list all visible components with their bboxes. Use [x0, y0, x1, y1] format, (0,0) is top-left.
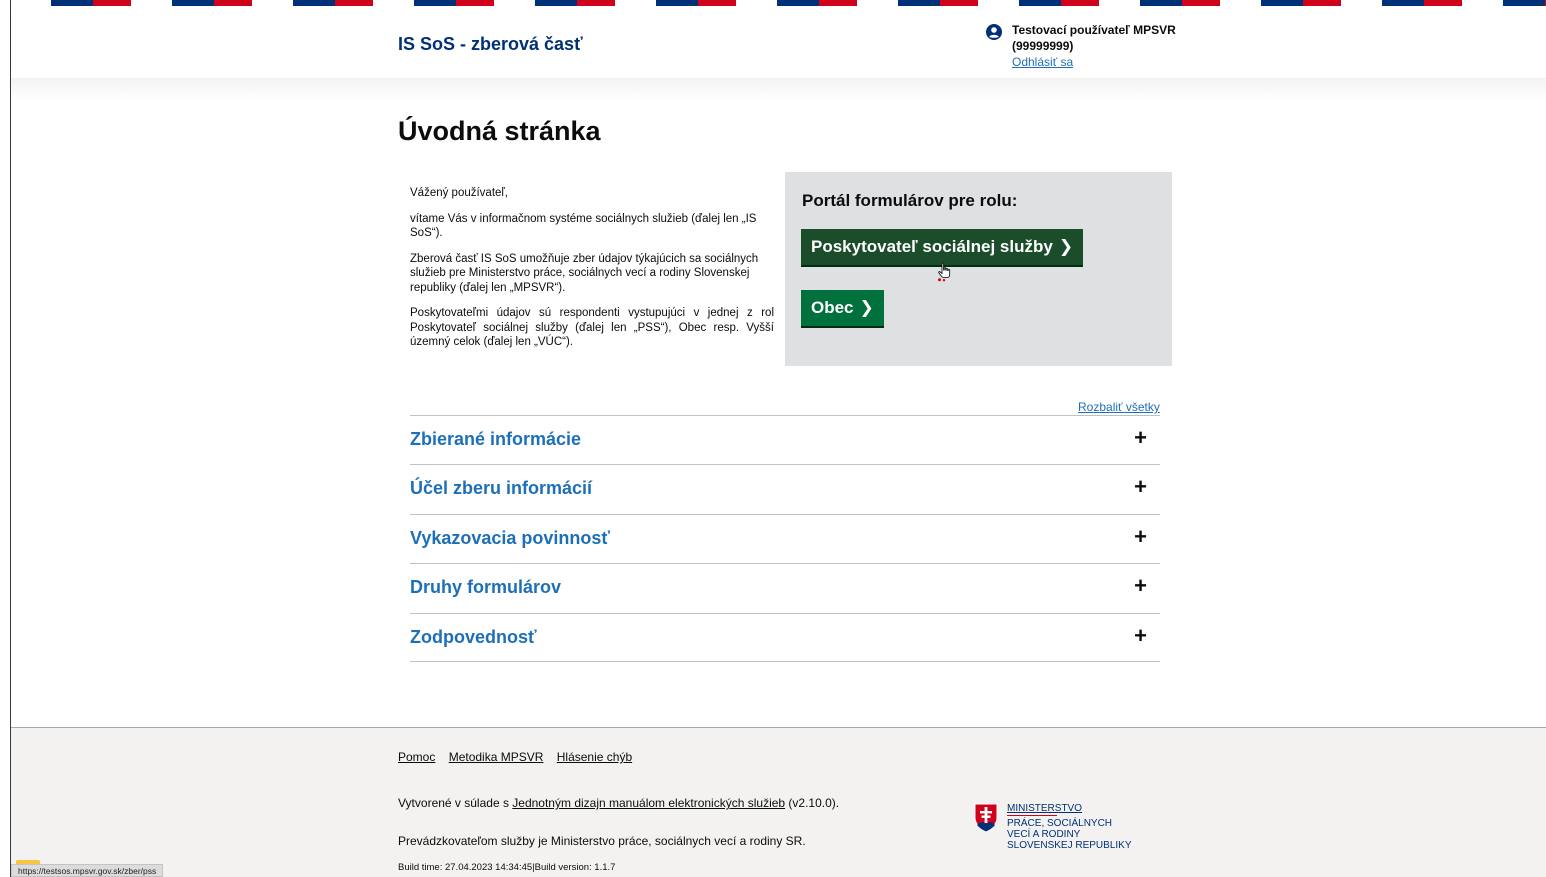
intro-paragraph-2: Zberová časť IS SoS umožňuje zber údajov… [410, 252, 759, 294]
accordion-item-druhy-formularov[interactable]: Druhy formulárov + [410, 563, 1160, 612]
ministry-line-2: práce, sociálnych [1007, 818, 1113, 829]
status-bar-url: https://testsos.mpsvr.gov.sk/zber/pss [11, 864, 164, 877]
portal-panel: Portál formulárov pre rolu: Poskytovateľ… [785, 172, 1172, 366]
pss-role-button-label: Poskytovateľ sociálnej služby [811, 237, 1053, 256]
stripe-segment [1303, 0, 1341, 6]
stripe-segment [1061, 0, 1099, 6]
stripe-segment [1503, 0, 1545, 6]
stripe-segment [51, 0, 93, 6]
stripe-segment [656, 0, 698, 6]
pss-role-button[interactable]: Poskytovateľ sociálnej služby ❯ [801, 229, 1084, 265]
stripe-segment [535, 0, 577, 6]
intro-text: Vážený používateľ, vítame Vás v informač… [410, 186, 774, 361]
user-name: Testovací používateľ MPSVR [1012, 23, 1176, 37]
accordion-item-zbierane-informacie[interactable]: Zbierané informácie + [410, 415, 1160, 464]
accordion-title[interactable]: Druhy formulárov [410, 577, 561, 598]
page-header: IS SoS - zberová časť Testovací používat… [11, 7, 1546, 79]
coat-of-arms-icon [974, 803, 998, 833]
operator-note: Prevádzkovateľom služby je Ministerstvo … [398, 834, 806, 848]
stripe-segment [1019, 0, 1061, 6]
footer-links: Pomoc Metodika MPSVR Hlásenie chýb [398, 750, 642, 764]
design-manual-prefix: Vytvorené v súlade s [398, 796, 513, 810]
stripe-segment [1182, 0, 1220, 6]
hand-cursor-icon [938, 262, 951, 282]
stripe-segment [293, 0, 335, 6]
stripe-segment [456, 0, 494, 6]
accordion-title[interactable]: Zbierané informácie [410, 429, 581, 450]
stripe-segment [414, 0, 456, 6]
page-footer: Pomoc Metodika MPSVR Hlásenie chýb Vytvo… [11, 727, 1546, 877]
intro-greeting: Vážený používateľ, [410, 187, 508, 199]
ministry-divider [1007, 815, 1057, 816]
logout-link[interactable]: Odhlásiť sa [1012, 55, 1073, 69]
methodology-link[interactable]: Metodika MPSVR [449, 750, 544, 764]
stripe-segment [214, 0, 252, 6]
design-manual-note: Vytvorené v súlade s Jednotným dizajn ma… [398, 796, 839, 810]
accordion-item-zodpovednost[interactable]: Zodpovednosť + [410, 612, 1160, 662]
stripe-segment [698, 0, 736, 6]
accordion-title[interactable]: Vykazovacia povinnosť [410, 528, 610, 549]
stripe-segment [1261, 0, 1303, 6]
intro-paragraph-3: Poskytovateľmi údajov sú respondenti vys… [410, 307, 774, 348]
header-shadow [11, 80, 1546, 100]
stripe-segment [819, 0, 857, 6]
stripe-segment [172, 0, 214, 6]
report-bug-link[interactable]: Hlásenie chýb [557, 750, 632, 764]
portal-title: Portál formulárov pre rolu: [802, 191, 1018, 210]
design-manual-link[interactable]: Jednotným dizajn manuálom elektronických… [512, 796, 785, 810]
page-title: Úvodná stránka [398, 116, 601, 146]
accordion-title[interactable]: Zodpovednosť [410, 627, 537, 648]
stripe-segment [940, 0, 978, 6]
intro-paragraph-1: vítame Vás v informačnom systéme sociáln… [410, 212, 757, 240]
user-icon [986, 24, 1002, 40]
chevron-right-icon: ❯ [859, 298, 874, 317]
ministry-line-3: vecí a rodiny [1007, 829, 1081, 840]
info-accordion: Zbierané informácie + Účel zberu informá… [410, 415, 1160, 662]
ministry-line-4: Slovenskej republiky [1007, 840, 1132, 851]
stripe-segment [1140, 0, 1182, 6]
stripe-segment [577, 0, 615, 6]
stripe-segment [335, 0, 373, 6]
plus-icon[interactable]: + [1134, 623, 1147, 649]
obec-role-button[interactable]: Obec ❯ [801, 290, 884, 326]
ministry-logo[interactable]: Ministerstvo práce, sociálnych vecí a ro… [974, 803, 1174, 863]
obec-role-button-label: Obec [811, 298, 854, 317]
accordion-item-ucel-zberu[interactable]: Účel zberu informácií + [410, 464, 1160, 513]
ministry-line-1: Ministerstvo [1007, 803, 1083, 814]
plus-icon[interactable]: + [1134, 524, 1147, 550]
stripe-segment [1424, 0, 1462, 6]
stripe-segment [777, 0, 819, 6]
plus-icon[interactable]: + [1134, 474, 1147, 500]
design-manual-suffix: (v2.10.0). [785, 796, 840, 810]
stripe-segment [898, 0, 940, 6]
expand-all-link[interactable]: Rozbaliť všetky [1078, 400, 1160, 414]
help-link[interactable]: Pomoc [398, 750, 435, 764]
plus-icon[interactable]: + [1134, 573, 1147, 599]
accordion-item-vykazovacia-povinnost[interactable]: Vykazovacia povinnosť + [410, 513, 1160, 563]
chevron-right-icon: ❯ [1058, 237, 1074, 256]
top-color-stripe [11, 0, 1546, 7]
plus-icon[interactable]: + [1134, 425, 1147, 451]
user-id: (99999999) [1012, 39, 1074, 53]
ministry-name: Ministerstvo práce, sociálnych vecí a ro… [1007, 803, 1132, 851]
stripe-segment [93, 0, 131, 6]
build-info: Build time: 27.04.2023 14:34:45|Build ve… [398, 862, 616, 873]
stripe-segment [1382, 0, 1424, 6]
brand-title[interactable]: IS SoS - zberová časť [398, 34, 583, 55]
accordion-title[interactable]: Účel zberu informácií [410, 478, 592, 499]
